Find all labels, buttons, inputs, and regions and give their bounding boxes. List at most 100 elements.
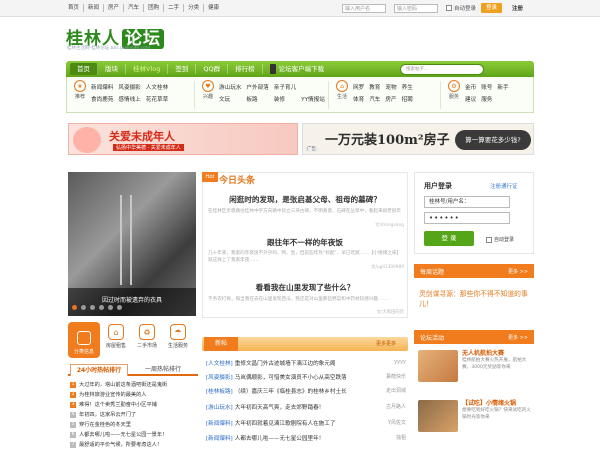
username-input[interactable]: 输入用户名: [342, 4, 386, 13]
tab-24h-hot[interactable]: 24小时热帖排行: [70, 364, 128, 376]
slider-dot[interactable]: [72, 305, 77, 310]
banner-calc-button[interactable]: 算一算要花多少钱?: [455, 130, 531, 150]
interest-icon[interactable]: ♥ 兴趣: [200, 80, 216, 100]
tab-week-hot[interactable]: 一周热帖排行: [132, 364, 194, 376]
top-link-health[interactable]: 健康: [204, 4, 223, 12]
slider-dot[interactable]: [90, 305, 95, 310]
headline-link[interactable]: 看看我在山里发现了些什么？: [202, 282, 408, 293]
list-item[interactable]: 4 年初四，这家吊云开门了: [70, 411, 136, 418]
slider-dot[interactable]: [117, 305, 122, 310]
weekly-topic-more[interactable]: 更多 >>: [508, 268, 528, 275]
top-link-home[interactable]: 首页: [64, 4, 85, 12]
weekly-topic-link[interactable]: 灵剑谋寻源：那些你不得不知道的事儿！: [419, 289, 529, 309]
table-row[interactable]: [风姿摄影] 马岚偶顺影，可惜美女演员不小心从高空跌落 蒹葭快乐: [206, 373, 406, 381]
list-item[interactable]: 2 为桂林旅游业宣传的最美的人: [70, 391, 146, 398]
nav-vlog[interactable]: 桂林Vlog: [126, 64, 169, 74]
cat-link[interactable]: YY情报站: [301, 95, 325, 103]
slider-dot[interactable]: [108, 305, 113, 310]
cat-link[interactable]: 装修: [274, 95, 296, 103]
cat-link[interactable]: 新手: [497, 83, 508, 91]
nav-qq[interactable]: QQ群: [196, 64, 229, 74]
top-nav: 首页 新闻 房产 汽车 团购 二手 分类 健康: [64, 4, 223, 12]
table-row[interactable]: [新闻爆料] 人都去哪儿啦——无七星公园里年！ 独祖: [206, 434, 406, 442]
login-auto-option[interactable]: 自动登录: [486, 236, 514, 243]
nav-search-input[interactable]: 搜索帖子...: [400, 64, 480, 75]
auto-login-option[interactable]: 自动登录: [446, 4, 476, 12]
service-icon[interactable]: ⚙ 服务: [446, 80, 462, 100]
top-link-news[interactable]: 新闻: [84, 4, 105, 12]
list-item[interactable]: 3 难得！这个卖秀兰勤奋中小区平铺: [70, 401, 157, 408]
activity-more[interactable]: 更多 >>: [508, 334, 528, 341]
quick-life[interactable]: ☂ 生活服务: [163, 324, 193, 349]
recommend-icon[interactable]: ★ 推荐: [72, 80, 88, 100]
cat-link[interactable]: 房产: [385, 95, 396, 103]
table-row[interactable]: [新闻爆料] 大年初四就着见漓江歌剧院有人在施工了 Y风佐文: [206, 419, 406, 427]
auto-login-checkbox[interactable]: [446, 5, 452, 11]
cat-link[interactable]: 花花草草: [146, 95, 168, 103]
life-icon[interactable]: ⌂ 生活: [334, 80, 350, 100]
cat-link[interactable]: 体育: [353, 95, 364, 103]
quick-classified[interactable]: 分类信息: [68, 322, 100, 358]
login-button[interactable]: 登 录: [424, 231, 474, 246]
top-link-used[interactable]: 二手: [164, 4, 185, 12]
table-row[interactable]: [桂林板路] （续）嘉庆三年《临桂县志》的桂林乡村土长 走出洞城: [206, 387, 406, 395]
cat-link[interactable]: 建议: [465, 95, 476, 103]
activity-item[interactable]: 【试吃】小情绪火锅 想要吃到好吃火锅？快来试吃的火锅时光等你来: [418, 400, 534, 432]
cat-link[interactable]: 游山玩水: [219, 83, 241, 91]
cat-link[interactable]: 感情线上: [118, 95, 140, 103]
nav-boards[interactable]: 版块: [98, 64, 126, 74]
banner-minors[interactable]: 关爱未成年人 弘扬中华美德 · 关爱未成年人: [68, 123, 298, 155]
cat-link[interactable]: 食尚鹿苑: [91, 95, 113, 103]
activity-item[interactable]: 无人机航拍大赛 桂林航拍大赛火热开展，航拍大赛，3000元奖励等你来: [418, 350, 534, 382]
cat-link[interactable]: 网罗: [353, 83, 364, 91]
cat-link[interactable]: 户外部落: [246, 83, 268, 91]
photo-slider[interactable]: 因过时而被遗弃的衣具: [68, 172, 196, 316]
grid-icon: [77, 331, 91, 345]
headline-link[interactable]: 跟往年不一样的年夜饭: [202, 237, 408, 248]
nav-ranking[interactable]: 排行榜: [228, 64, 263, 74]
cat-link[interactable]: 板路: [246, 95, 268, 103]
cat-link[interactable]: 宠物: [385, 83, 396, 91]
top-login-button[interactable]: 登录: [481, 3, 502, 13]
top-link-car[interactable]: 汽车: [124, 4, 145, 12]
divider: [194, 81, 195, 109]
cat-link[interactable]: 文玩: [219, 95, 241, 103]
cat-link[interactable]: 养生: [402, 83, 413, 91]
cat-link[interactable]: 招聘: [402, 95, 413, 103]
quick-rent[interactable]: ⌂ 房屋租售: [101, 324, 131, 349]
top-link-house[interactable]: 房产: [104, 4, 125, 12]
quick-used[interactable]: ♻ 二手市场: [132, 324, 162, 349]
list-item[interactable]: 5 穿行在金桂色的冬天里: [70, 421, 131, 428]
cat-link[interactable]: 亲子育儿: [274, 83, 296, 91]
table-row[interactable]: [游山玩水] 大年初四天高气爽，走去郊野踏春！ 古月路人: [206, 403, 406, 411]
cat-link[interactable]: 汽车: [369, 95, 380, 103]
auto-login-checkbox[interactable]: [486, 236, 492, 243]
nav-signin[interactable]: 签到: [168, 64, 197, 74]
nav-app-download[interactable]: 论坛客户端下载: [263, 64, 332, 74]
cat-link[interactable]: 金币: [465, 83, 476, 91]
list-item[interactable]: 1 大过年的，塔山前这条酒吧街还是鬼街: [70, 381, 167, 388]
cat-link[interactable]: 账号: [481, 83, 492, 91]
cat-link[interactable]: 人文桂林: [146, 83, 168, 91]
list-item[interactable]: 6 人都去哪儿啦——无七星公园一景年！: [70, 431, 167, 438]
register-link[interactable]: 注册通行证: [490, 182, 518, 190]
table-row[interactable]: [人文桂林] 重修文昌门外古迹城墙下漓江边的象元阁 yyyy: [206, 359, 406, 367]
login-username-field[interactable]: 桂林号/用户名：: [424, 196, 510, 208]
slider-dot[interactable]: [81, 305, 86, 310]
cat-link[interactable]: 风姿摄影: [118, 83, 140, 91]
top-link-classified[interactable]: 分类: [184, 4, 205, 12]
nav-home[interactable]: 首页: [70, 63, 98, 75]
latest-more-link[interactable]: 更多更多: [376, 340, 396, 347]
slider-dot[interactable]: [99, 305, 104, 310]
cat-link[interactable]: 新闻爆料: [91, 83, 113, 91]
top-link-group[interactable]: 团购: [144, 4, 165, 12]
cat-link[interactable]: 教育: [369, 83, 380, 91]
banner-renovation[interactable]: 一万元装100m²房子 算一算要花多少钱? 广告: [302, 123, 534, 155]
headline-link[interactable]: 闲逛时的发现，是张启基父母、祖母的墓碑？: [202, 194, 408, 205]
cat-link[interactable]: 服务: [481, 95, 492, 103]
tab-latest[interactable]: 新帖: [204, 337, 238, 351]
list-item[interactable]: 7 最舒适的平价气候，所要考虑这人！: [70, 441, 162, 448]
login-password-field[interactable]: ••••••: [424, 212, 510, 224]
password-input[interactable]: 输入密码: [394, 4, 438, 13]
top-register-link[interactable]: 注册: [512, 4, 523, 12]
